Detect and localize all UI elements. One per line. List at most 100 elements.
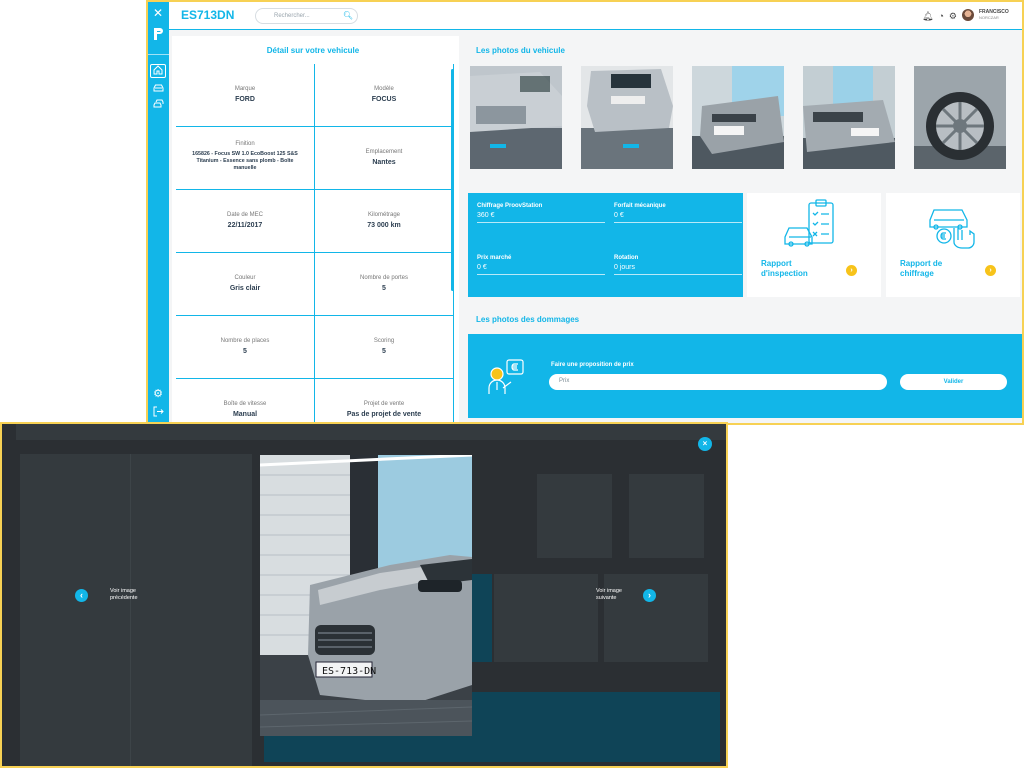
detail-label: Marque <box>234 86 256 92</box>
estimate-proovstation: Chiffrage ProovStation 360 € <box>477 203 605 223</box>
report-title-line2: chiffrage <box>900 269 934 278</box>
estimate-label: Prix marché <box>477 255 512 261</box>
previous-image-button[interactable]: ‹ <box>75 589 88 602</box>
previous-image-label-line2: précédente <box>110 595 138 601</box>
bell-icon[interactable]: 🔔︎ <box>922 11 938 21</box>
report-title-line2: d'inspection <box>761 269 808 278</box>
inspection-report-arrow-icon[interactable]: › <box>846 265 857 276</box>
vehicle-detail-screen: ✕ ⚙ ES713DN Rechercher... 🔍︎ 🔔︎◔⚙ FRANCI… <box>146 0 1024 425</box>
vehicle-photo-3[interactable] <box>692 66 784 169</box>
logout-icon[interactable] <box>150 406 166 420</box>
car-euro-hand-icon <box>929 209 975 249</box>
dimmed-details-panel <box>20 454 252 766</box>
detail-label: Projet de vente <box>363 401 405 407</box>
estimate-label: Rotation <box>614 255 639 261</box>
clipboard-car-icon <box>784 199 834 247</box>
detail-cell-doors: Nombre de portes 5 <box>315 253 454 316</box>
estimate-mechanical: Forfait mécanique 0 € <box>614 203 742 223</box>
search-input[interactable]: Rechercher... 🔍︎ <box>255 8 358 24</box>
vehicle-photo-5[interactable] <box>914 66 1006 169</box>
detail-label: Date de MEC <box>226 212 263 218</box>
detail-label: Couleur <box>234 275 256 281</box>
damages-title: Les photos des dommages <box>476 315 580 324</box>
previous-image-label: Voir image précédente <box>110 588 138 602</box>
estimate-summary: Chiffrage ProovStation 360 € Forfait méca… <box>468 193 743 297</box>
estimate-report-card[interactable]: Rapport de chiffrage › <box>886 193 1020 297</box>
report-title-line1: Rapport de <box>900 259 943 268</box>
estimate-value: 0 jours <box>614 264 636 271</box>
search-icon[interactable]: 🔍︎ <box>343 11 353 20</box>
estimate-value: 360 € <box>477 212 495 219</box>
top-bar: ES713DN Rechercher... 🔍︎ 🔔︎◔⚙ FRANCISCO … <box>169 2 1022 30</box>
estimate-report-title: Rapport de chiffrage <box>900 259 942 279</box>
price-input[interactable]: Prix <box>549 374 887 390</box>
dimmed-top-bar <box>16 424 726 440</box>
car-icon[interactable] <box>150 82 166 96</box>
estimate-rotation: Rotation 0 jours <box>614 255 742 275</box>
inspection-report-title: Rapport d'inspection <box>761 259 808 279</box>
detail-value: 22/11/2017 <box>227 222 263 229</box>
estimate-label: Chiffrage ProovStation <box>477 203 543 209</box>
settings-icon[interactable]: ⚙ <box>150 387 166 401</box>
detail-cell-color: Couleur Gris clair <box>176 253 315 316</box>
gear-icon[interactable]: ⚙ <box>949 11 962 21</box>
detail-label: Nombre de places <box>220 338 270 344</box>
top-icons: 🔔︎◔⚙ <box>922 11 962 22</box>
previous-image-label-line1: Voir image <box>110 588 136 594</box>
estimate-market-price: Prix marché 0 € <box>477 255 605 275</box>
next-image-label: Voir image suivante <box>596 588 622 602</box>
detail-value: 5 <box>243 348 247 355</box>
enlarged-vehicle-photo: ES-713-DN <box>260 455 472 736</box>
detail-value: Manual <box>232 411 258 418</box>
user-last-name: NORCZAR <box>979 15 999 20</box>
detail-value: 5 <box>382 348 386 355</box>
salesman-euro-icon <box>488 359 524 394</box>
photo-viewer-screen: ES-713-DN ‹ Voir image précédente Voir im… <box>0 422 728 768</box>
detail-cell-location: Emplacement Nantes <box>315 127 454 190</box>
avatar <box>962 9 974 21</box>
sidebar-divider <box>148 54 169 55</box>
detail-cell-brand: Marque FORD <box>176 64 315 127</box>
user-menu[interactable]: FRANCISCO NORCZAR <box>962 7 1016 25</box>
detail-label: Finition <box>235 141 255 147</box>
dimmed-photo <box>629 474 704 558</box>
cars-list-icon[interactable] <box>150 98 166 112</box>
user-name: FRANCISCO NORCZAR <box>979 9 1009 21</box>
detail-cell-seats: Nombre de places 5 <box>176 316 315 379</box>
close-viewer-button[interactable]: × <box>698 437 712 451</box>
inspection-report-card[interactable]: Rapport d'inspection › <box>747 193 881 297</box>
sidebar: ✕ ⚙ <box>148 2 169 423</box>
vehicle-photo-2[interactable] <box>581 66 673 169</box>
detail-label: Modèle <box>374 86 394 92</box>
estimate-value: 0 € <box>477 264 487 271</box>
next-image-label-line1: Voir image <box>596 588 622 594</box>
home-icon[interactable] <box>150 64 166 78</box>
detail-cell-sale-project: Projet de vente Pas de projet de vente <box>315 379 454 423</box>
detail-value: Gris clair <box>229 285 261 292</box>
detail-cell-gearbox: Boîte de vitesse Manual <box>176 379 315 423</box>
price-placeholder: Prix <box>559 378 570 384</box>
detail-label: Scoring <box>373 338 395 344</box>
vehicle-details-panel: Détail sur votre vehicule Marque FORD Mod… <box>172 36 459 423</box>
detail-cell-trim: Finition 165826 - Focus SW 1.0 EcoBoost 1… <box>176 127 315 190</box>
detail-cell-registration-date: Date de MEC 22/11/2017 <box>176 190 315 253</box>
details-scrollbar[interactable] <box>451 69 454 291</box>
detail-value: 73 000 km <box>367 222 401 229</box>
detail-label: Boîte de vitesse <box>223 401 267 407</box>
dimmed-divider <box>130 454 131 766</box>
detail-cell-mileage: Kilométrage 73 000 km <box>315 190 454 253</box>
vehicle-photo-4[interactable] <box>803 66 895 169</box>
search-placeholder: Rechercher... <box>274 13 310 19</box>
estimate-report-arrow-icon[interactable]: › <box>985 265 996 276</box>
headset-icon[interactable]: ◔ <box>938 11 948 21</box>
validate-button[interactable]: Valider <box>900 374 1007 390</box>
close-menu-icon[interactable]: ✕ <box>150 6 166 20</box>
next-image-button[interactable]: › <box>643 589 656 602</box>
vehicle-photo-1[interactable] <box>470 66 562 169</box>
estimate-label: Forfait mécanique <box>614 203 666 209</box>
svg-text:ES-713-DN: ES-713-DN <box>322 666 376 677</box>
dimmed-photo <box>537 474 612 558</box>
vehicle-plate-title: ES713DN <box>181 8 235 22</box>
detail-value: Nantes <box>372 159 396 166</box>
detail-cell-model: Modèle FOCUS <box>315 64 454 127</box>
